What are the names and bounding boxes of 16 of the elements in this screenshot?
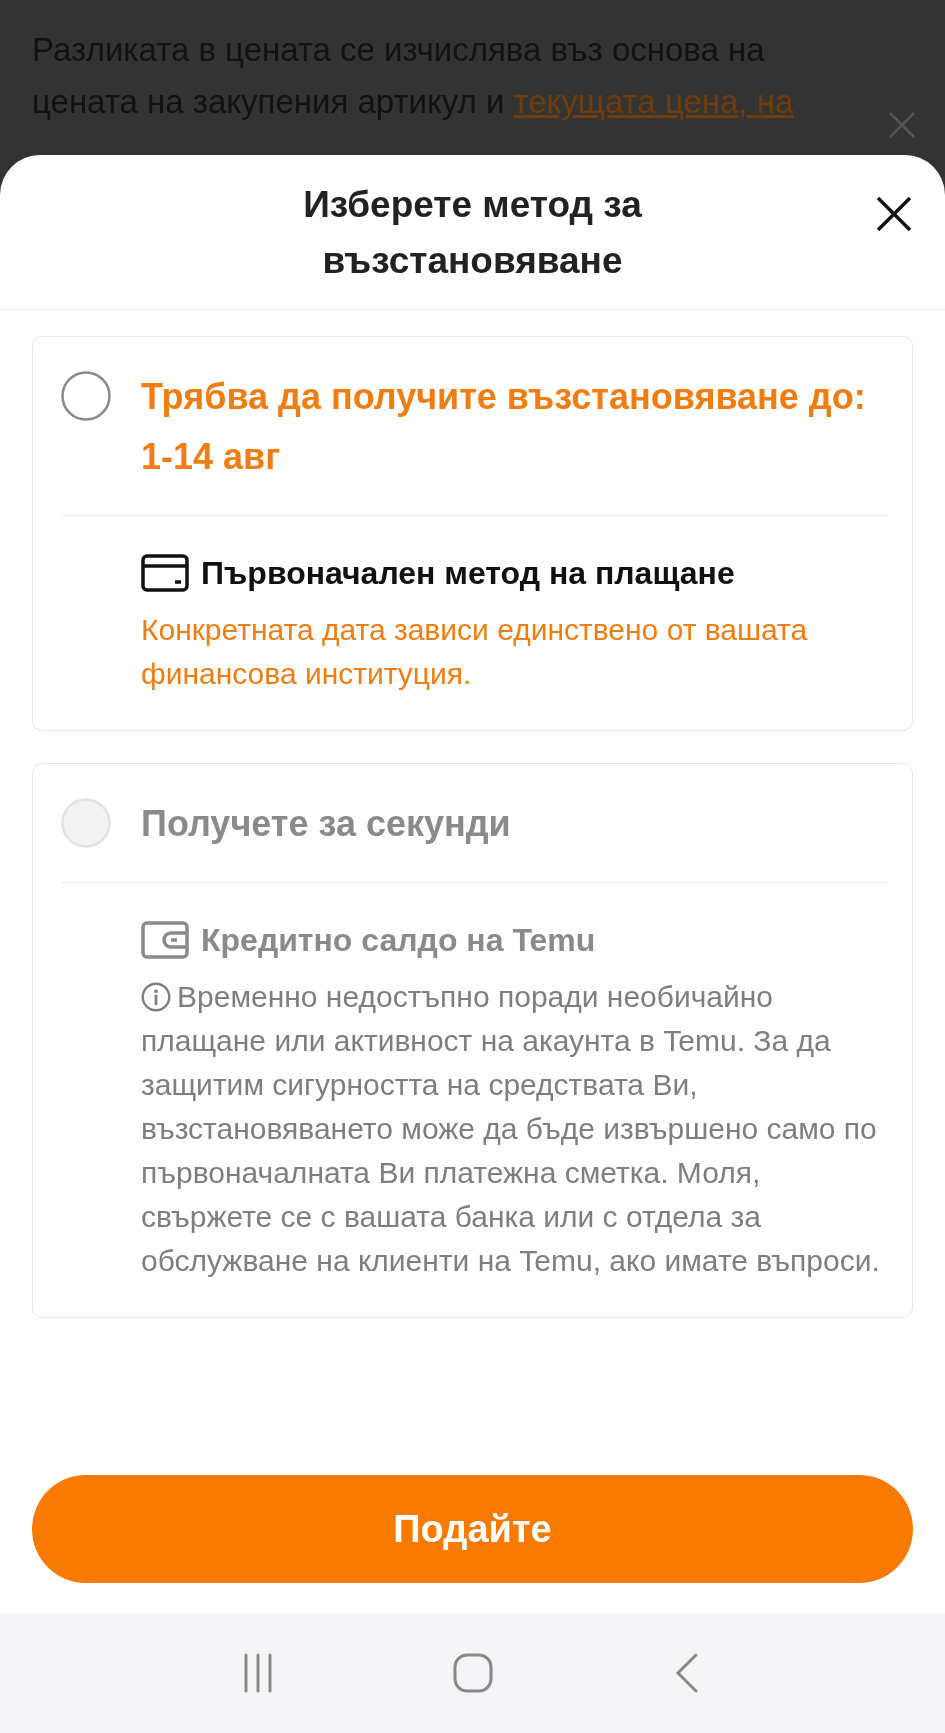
option-card[interactable]: Трябва да получите възстановяване до: 1-14 авг Първоначален метод на плащане Конкретната дата зависи единствено от вашата финансова институция.: [32, 336, 913, 731]
option-note: Временно недостъпно поради необичайно плащане или активност на акаунта в Temu. За да защитим сигурността на средствата Ви, възстановяването може да бъде извършено само по първоначалната Ви платежна сметка. Моля, свържете се с вашата банка или с отдела за обслужване на клиенти на Temu, ако имате въпроси.: [141, 979, 881, 1279]
info-icon: [141, 982, 171, 1012]
wallet-icon: [141, 921, 189, 959]
option-note: Конкретната дата зависи единствено от вашата финансова институция.: [141, 612, 809, 692]
sheet-title: Изберете метод за възстановяване: [302, 183, 643, 283]
radio-button[interactable]: [61, 371, 111, 421]
price-link[interactable]: текущата цена, на: [513, 76, 794, 128]
option-title: Получете за секунди: [141, 802, 511, 846]
submit-button[interactable]: Подайте: [32, 1475, 913, 1583]
close-icon[interactable]: [875, 195, 913, 233]
option-title: Трябва да получите възстановяване до: 1-14 авг: [141, 375, 867, 479]
method-label: Първоначален метод на плащане: [201, 554, 735, 592]
option-card[interactable]: [32, 763, 913, 1318]
card-icon: [141, 554, 189, 592]
method-label: Кредитно салдо на Temu: [201, 921, 596, 959]
